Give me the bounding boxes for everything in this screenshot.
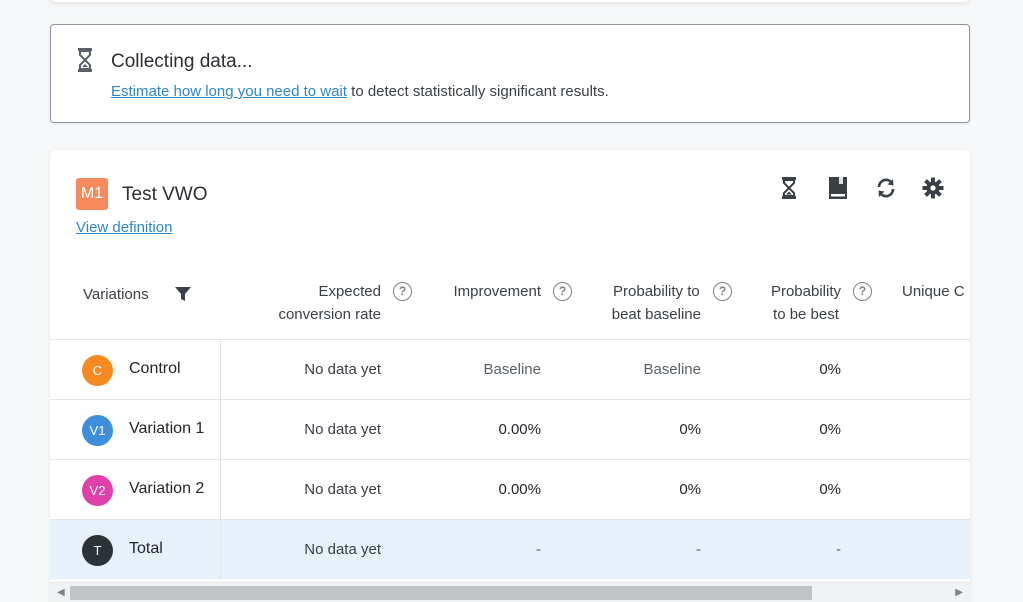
hourglass-icon — [782, 177, 796, 199]
header-improvement: Improvement — [453, 280, 541, 303]
header-prob-best-line2: to be best — [773, 306, 839, 323]
variation-name: Variation 1 — [129, 420, 205, 437]
scroll-left-arrow-icon[interactable]: ◀ — [57, 587, 65, 598]
prob-best-cell: 0% — [819, 361, 841, 378]
previous-card — [50, 0, 970, 2]
metric-badge: M1 — [76, 178, 108, 210]
view-report-button[interactable] — [828, 176, 848, 200]
avatar: V1 — [82, 415, 113, 446]
expected-rate-cell: No data yet — [304, 421, 381, 438]
scrollbar-thumb[interactable] — [70, 586, 812, 600]
view-definition-link[interactable]: View definition — [76, 219, 172, 236]
header-prob-beat-line1: Probability to — [613, 283, 700, 300]
avatar: V2 — [82, 475, 113, 506]
variation-name: Total — [129, 540, 163, 557]
prob-beat-cell: Baseline — [643, 361, 701, 378]
help-icon: ? — [853, 282, 872, 301]
expected-rate-cell: No data yet — [304, 361, 381, 378]
help-icon: ? — [553, 282, 572, 301]
variation-name: Variation 2 — [129, 480, 205, 497]
header-variations: Variations — [83, 283, 149, 306]
expected-rate-cell: No data yet — [304, 541, 381, 558]
gear-icon — [922, 177, 944, 199]
header-probability-beat-baseline: Probability to beat baseline — [612, 280, 701, 326]
header-improvement-label: Improvement — [453, 283, 541, 300]
metric-card: M1 Test VWO View definition Variations E… — [50, 150, 970, 602]
table-row[interactable]: V2 Variation 2 No data yet 0.00% 0% 0% — [50, 459, 970, 520]
prob-beat-cell: 0% — [679, 481, 701, 498]
table-row-total[interactable]: T Total No data yet - - - — [50, 519, 970, 580]
improvement-cell: 0.00% — [498, 481, 541, 498]
filter-icon[interactable] — [174, 285, 192, 303]
header-probability-best: Probability to be best — [771, 280, 841, 326]
notice-rest-text: to detect statistically significant resu… — [346, 83, 609, 100]
header-prob-beat-line2: beat baseline — [611, 306, 701, 323]
prob-best-cell: 0% — [819, 481, 841, 498]
scroll-right-arrow-icon[interactable]: ▶ — [955, 587, 963, 598]
header-unique-conversions: Unique C — [902, 280, 965, 303]
header-variations-label: Variations — [83, 286, 149, 303]
improvement-cell: - — [536, 541, 541, 558]
header-expected-line2: conversion rate — [278, 306, 381, 323]
variation-name: Control — [129, 360, 181, 377]
notice-title: Collecting data... — [111, 51, 253, 72]
help-icon: ? — [713, 282, 732, 301]
improvement-cell: Baseline — [483, 361, 541, 378]
help-icon: ? — [393, 282, 412, 301]
hourglass-icon — [78, 48, 92, 72]
refresh-icon — [877, 178, 895, 198]
improvement-cell: 0.00% — [498, 421, 541, 438]
notice-message: Estimate how long you need to wait to de… — [111, 83, 609, 100]
table-row[interactable]: C Control No data yet Baseline Baseline … — [50, 339, 970, 400]
table-row[interactable]: V1 Variation 1 No data yet 0.00% 0% 0% — [50, 399, 970, 460]
prob-best-cell: 0% — [819, 421, 841, 438]
avatar: T — [82, 535, 113, 566]
prob-beat-cell: 0% — [679, 421, 701, 438]
prob-best-cell: - — [836, 541, 841, 558]
header-expected-conversion-rate: Expected conversion rate — [278, 280, 381, 326]
refresh-button[interactable] — [875, 176, 897, 200]
avatar: C — [82, 355, 113, 386]
book-icon — [829, 177, 847, 199]
header-expected-line1: Expected — [318, 283, 381, 300]
prob-beat-cell: - — [696, 541, 701, 558]
collecting-data-notice: Collecting data... Estimate how long you… — [50, 24, 970, 123]
estimate-wait-link[interactable]: Estimate how long you need to wait — [111, 83, 347, 100]
expected-rate-cell: No data yet — [304, 481, 381, 498]
metric-title: Test VWO — [122, 184, 208, 205]
horizontal-scrollbar[interactable]: ◀ ▶ — [50, 582, 970, 602]
estimate-duration-button[interactable] — [781, 176, 797, 200]
settings-button[interactable] — [922, 176, 944, 200]
header-unique-label: Unique C — [902, 283, 965, 300]
header-prob-best-line1: Probability — [770, 283, 841, 300]
